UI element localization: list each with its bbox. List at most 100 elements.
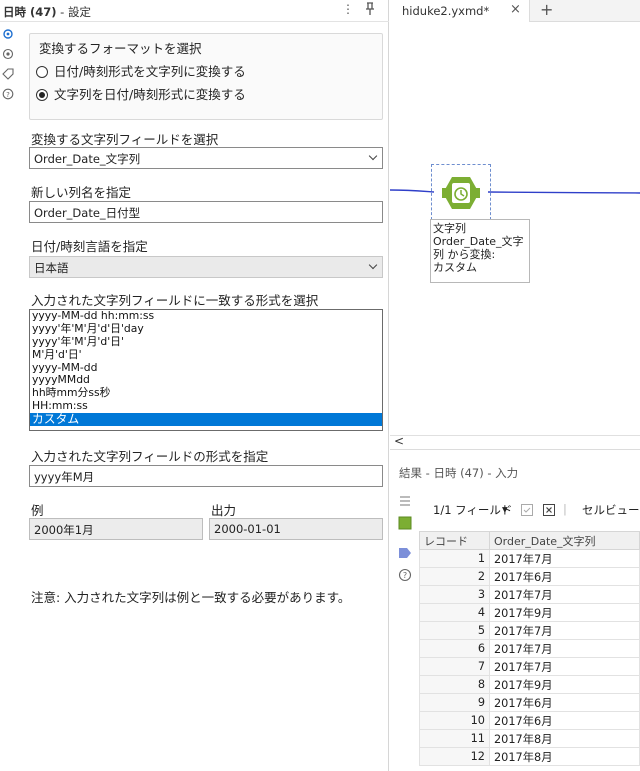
list-icon[interactable]: [398, 494, 412, 508]
tag-icon[interactable]: [2, 68, 14, 80]
help-icon[interactable]: ?: [2, 88, 14, 100]
svg-text:?: ?: [6, 91, 10, 99]
panel-header: 日時 (47) - 設定 ⋮: [0, 0, 389, 22]
format-option-selected[interactable]: カスタム: [30, 413, 382, 427]
order-date-cell[interactable]: 2017年7月: [489, 549, 640, 568]
column-header-record[interactable]: レコード: [419, 531, 490, 550]
order-date-cell[interactable]: 2017年7月: [489, 621, 640, 640]
record-number-cell[interactable]: 3: [419, 585, 490, 604]
annotation-line: 列 から変換:: [433, 248, 496, 261]
format-option[interactable]: yyyy'年'M'月'd'日'day: [30, 322, 382, 336]
format-option[interactable]: HH:mm:ss: [30, 399, 382, 413]
new-column-input[interactable]: Order_Date_日付型: [29, 201, 383, 223]
workflow-canvas[interactable]: 文字列 Order_Date_文字 列 から変換: カスタム: [390, 22, 640, 435]
clear-icon[interactable]: [543, 504, 555, 516]
radio-button-selected[interactable]: [36, 89, 48, 101]
custom-format-label: 入力された文字列フィールドの形式を指定: [31, 449, 269, 464]
field-select-label: 変換する文字列フィールドを選択: [31, 132, 219, 147]
note-text: 注意: 入力された文字列は例と一致する必要があります。: [31, 590, 351, 605]
help-icon[interactable]: ?: [398, 568, 412, 582]
order-date-cell[interactable]: 2017年7月: [489, 639, 640, 658]
panel-icon-rail: ?: [0, 28, 16, 108]
record-number-cell[interactable]: 2: [419, 567, 490, 586]
order-date-cell[interactable]: 2017年8月: [489, 747, 640, 766]
order-date-cell[interactable]: 2017年6月: [489, 711, 640, 730]
record-number-cell[interactable]: 11: [419, 729, 490, 748]
panel-title: 日時 (47) - 設定: [3, 4, 91, 20]
tab-label: hiduke2.yxmd*: [402, 4, 490, 18]
panel-title-tool: 日時 (47): [3, 5, 57, 19]
pin-icon[interactable]: [364, 2, 376, 19]
tag-icon[interactable]: [398, 546, 412, 560]
table-row[interactable]: 9 2017年6月: [419, 693, 640, 712]
tab-hiduke2[interactable]: hiduke2.yxmd* ×: [390, 0, 530, 22]
target-icon[interactable]: [2, 48, 14, 60]
add-tab-icon[interactable]: +: [540, 0, 553, 19]
order-date-cell[interactable]: 2017年9月: [489, 603, 640, 622]
cell-viewer-button[interactable]: セルビューア: [582, 502, 640, 518]
format-list-label: 入力された文字列フィールドに一致する形式を選択: [31, 293, 319, 308]
language-select[interactable]: 日本語: [29, 256, 383, 278]
format-option[interactable]: yyyy'年'M'月'd'日': [30, 335, 382, 349]
table-row[interactable]: 5 2017年7月: [419, 621, 640, 640]
custom-format-input[interactable]: yyyy年M月: [29, 465, 383, 487]
connection-out: [487, 191, 640, 194]
order-date-cell[interactable]: 2017年8月: [489, 729, 640, 748]
record-number-cell[interactable]: 5: [419, 621, 490, 640]
order-date-cell[interactable]: 2017年9月: [489, 675, 640, 694]
table-row[interactable]: 6 2017年7月: [419, 639, 640, 658]
scroll-left-icon[interactable]: <: [394, 434, 404, 448]
table-row[interactable]: 1 2017年7月: [419, 549, 640, 568]
format-listbox[interactable]: yyyy-MM-dd hh:mm:ss yyyy'年'M'月'd'日'day y…: [29, 309, 383, 431]
order-date-cell[interactable]: 2017年6月: [489, 567, 640, 586]
close-icon[interactable]: ×: [510, 2, 521, 17]
results-data-grid[interactable]: レコード Order_Date_文字列 1 2017年7月 2 2017年6月 3 201…: [419, 531, 640, 766]
document-tab-bar: hiduke2.yxmd* × +: [390, 0, 640, 22]
order-date-cell[interactable]: 2017年6月: [489, 693, 640, 712]
order-date-cell[interactable]: 2017年7月: [489, 585, 640, 604]
canvas-horizontal-scrollbar[interactable]: <: [390, 434, 640, 449]
radio-datetime-to-string[interactable]: 日付/時刻形式を文字列に変換する: [36, 61, 246, 80]
gear-icon[interactable]: [2, 28, 14, 40]
datetime-tool-icon: [442, 177, 480, 209]
table-row[interactable]: 11 2017年8月: [419, 729, 640, 748]
table-row[interactable]: 10 2017年6月: [419, 711, 640, 730]
column-header-order-date[interactable]: Order_Date_文字列: [489, 531, 640, 550]
table-row[interactable]: 3 2017年7月: [419, 585, 640, 604]
datetime-tool-node[interactable]: [431, 164, 491, 220]
radio-button[interactable]: [36, 66, 48, 78]
panel-title-suffix: - 設定: [56, 5, 91, 19]
check-icon[interactable]: [521, 504, 533, 516]
record-number-cell[interactable]: 7: [419, 657, 490, 676]
example-value: 2000年1月: [29, 518, 203, 540]
annotation-line: 文字列: [433, 222, 466, 235]
convert-format-group: 変換するフォーマットを選択 日付/時刻形式を文字列に変換する 文字列を日付/時刻…: [29, 33, 383, 120]
radio-string-to-datetime[interactable]: 文字列を日付/時刻形式に変換する: [36, 84, 246, 103]
annotation-line: Order_Date_文字: [433, 235, 524, 248]
toolbar-divider: |: [563, 502, 567, 516]
configuration-panel: 日時 (47) - 設定 ⋮ ? 変換するフォーマットを選択 日付/時刻形式を文…: [0, 0, 389, 771]
table-row[interactable]: 8 2017年9月: [419, 675, 640, 694]
table-row[interactable]: 12 2017年8月: [419, 747, 640, 766]
more-options-icon[interactable]: ⋮: [342, 2, 354, 16]
table-row[interactable]: 4 2017年9月: [419, 603, 640, 622]
record-number-cell[interactable]: 1: [419, 549, 490, 568]
data-grid-icon[interactable]: [398, 516, 412, 530]
record-number-cell[interactable]: 4: [419, 603, 490, 622]
string-field-select[interactable]: Order_Date_文字列: [29, 147, 383, 169]
new-column-label: 新しい列名を指定: [31, 185, 132, 200]
fields-dropdown[interactable]: 1/1 フィールド: [433, 502, 512, 518]
record-number-cell[interactable]: 10: [419, 711, 490, 730]
table-row[interactable]: 2 2017年6月: [419, 567, 640, 586]
fields-dropdown-chevron-icon[interactable]: ▾: [502, 502, 508, 516]
record-number-cell[interactable]: 12: [419, 747, 490, 766]
record-number-cell[interactable]: 6: [419, 639, 490, 658]
format-option[interactable]: yyyy-MM-dd hh:mm:ss: [30, 310, 382, 323]
table-row[interactable]: 7 2017年7月: [419, 657, 640, 676]
order-date-cell[interactable]: 2017年7月: [489, 657, 640, 676]
connection-in: [390, 189, 435, 193]
radio-string-to-datetime-label: 文字列を日付/時刻形式に変換する: [54, 87, 246, 102]
record-number-cell[interactable]: 9: [419, 693, 490, 712]
format-option[interactable]: M'月'd'日': [30, 348, 382, 362]
record-number-cell[interactable]: 8: [419, 675, 490, 694]
